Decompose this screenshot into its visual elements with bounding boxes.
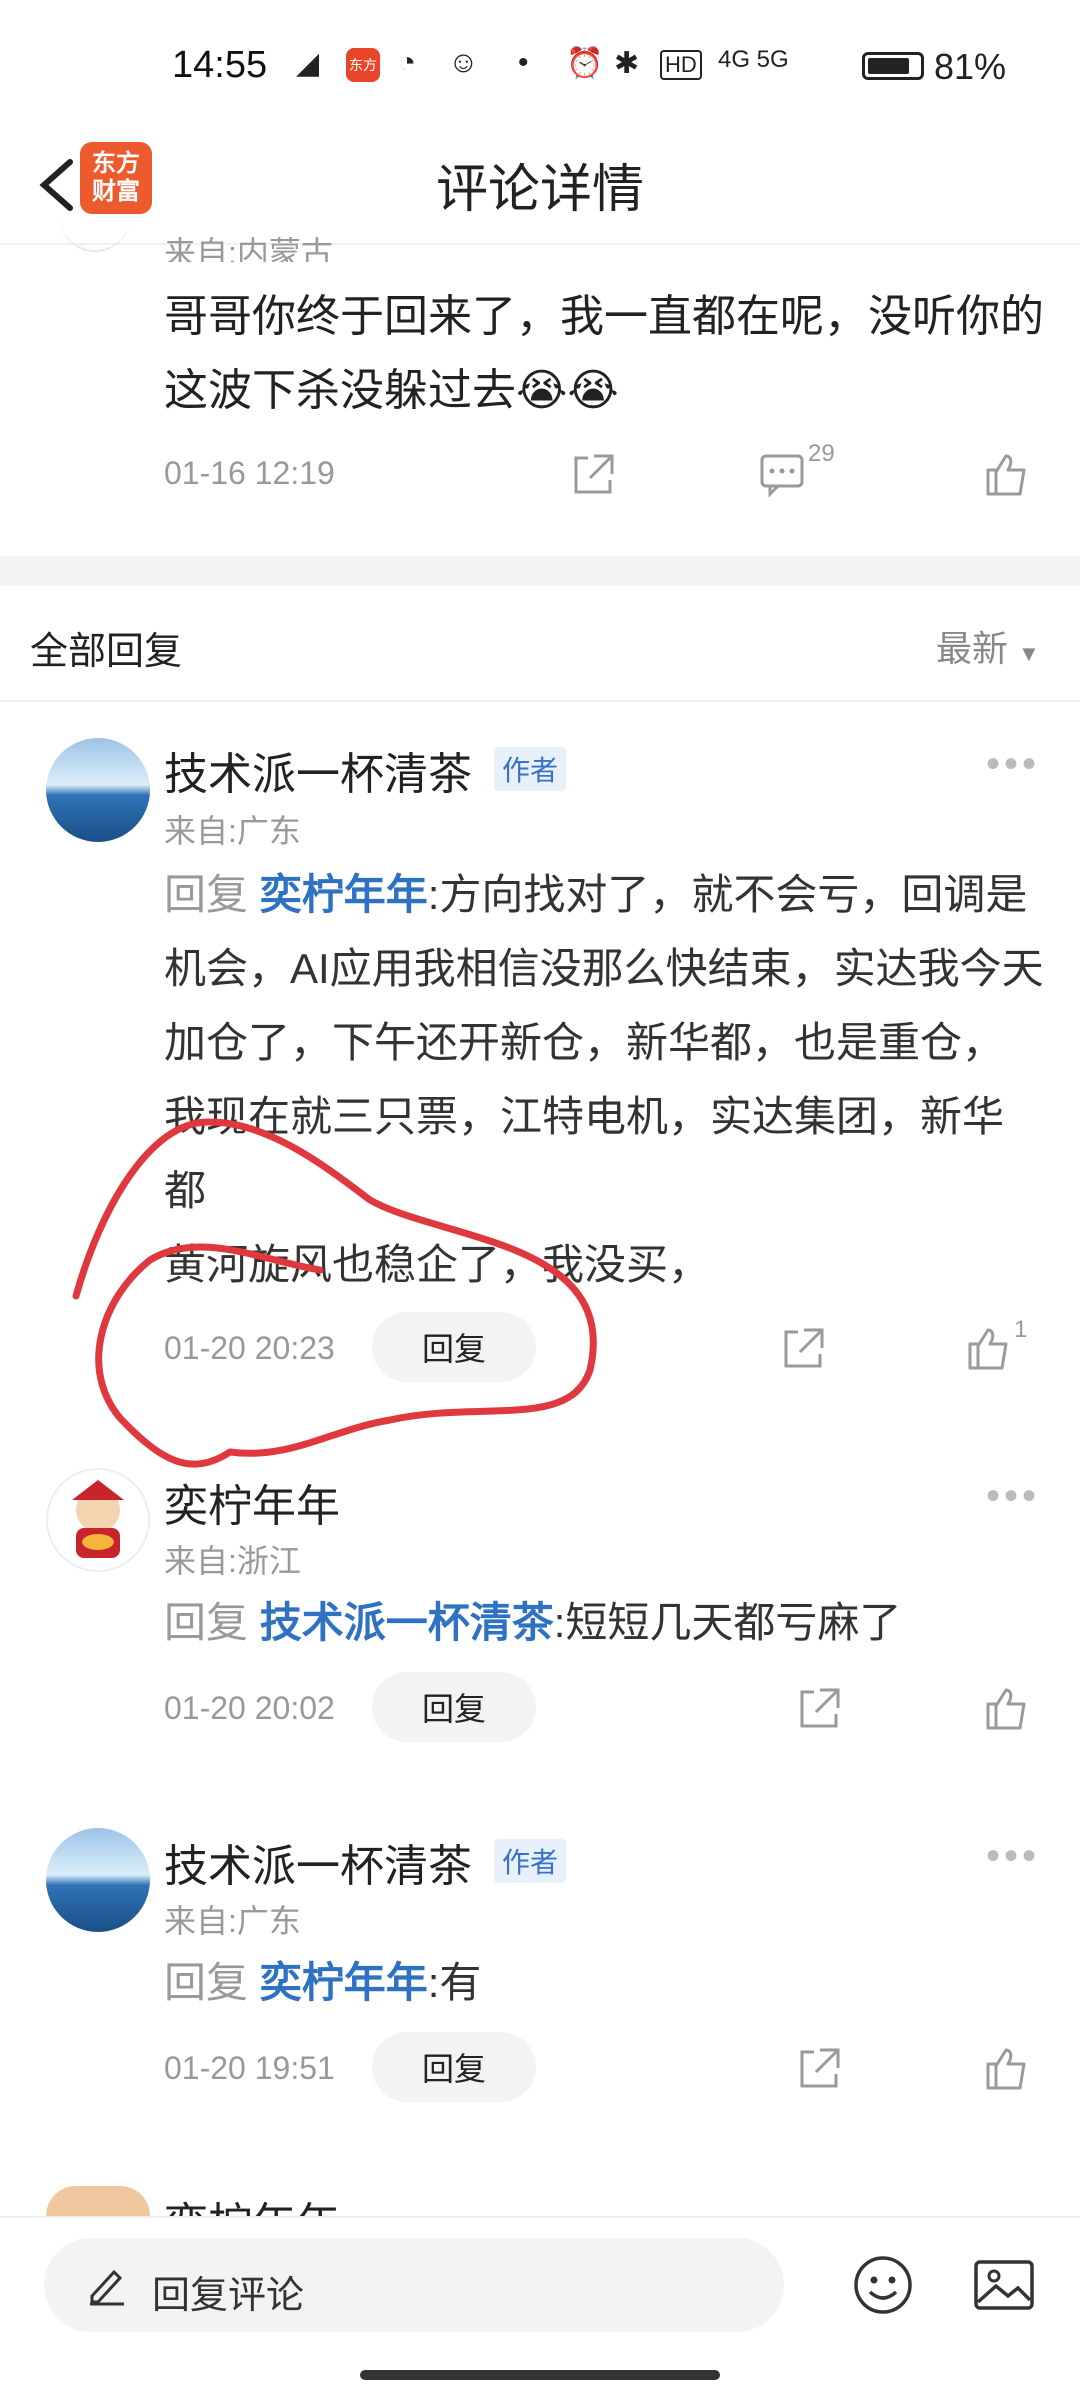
caishen-avatar-icon <box>72 1480 124 1558</box>
app-icon: ☺ <box>448 46 479 79</box>
red-circle-annotation <box>72 1118 597 1468</box>
share-icon <box>784 1328 824 1368</box>
more-icon[interactable]: ••• <box>986 742 1040 787</box>
like-button[interactable] <box>962 1322 1014 1379</box>
section-separator <box>0 556 1080 586</box>
thumbs-up-icon <box>986 2048 1026 2090</box>
share-button[interactable] <box>792 1682 844 1739</box>
home-indicator[interactable] <box>360 2370 720 2380</box>
reply-author[interactable]: 技术派一杯清茶 <box>164 738 472 802</box>
dongfang-securities-icon: 东方 <box>346 48 380 82</box>
caret-down-icon: ▼ <box>1018 641 1040 666</box>
emoji-icon <box>854 2256 912 2314</box>
like-button[interactable] <box>980 448 1032 505</box>
comment-icon <box>760 454 804 498</box>
share-button[interactable] <box>776 1322 828 1379</box>
like-button[interactable] <box>980 2042 1032 2099</box>
bluetooth-icon: ✱ <box>614 47 640 80</box>
comment-location: 来自:内蒙古 <box>164 235 333 262</box>
sort-dropdown[interactable]: 最新 ▼ <box>936 620 1040 672</box>
image-icon <box>974 2260 1034 2310</box>
replies-title: 全部回复 <box>30 631 183 673</box>
wechat-icon: ◔ <box>398 46 417 79</box>
sort-label: 最新 <box>936 628 1009 669</box>
dot-icon: • <box>518 46 529 79</box>
reply-author[interactable]: 技术派一杯清茶 <box>164 1830 472 1894</box>
reply-content: :有 <box>427 1959 482 2006</box>
reply-text: 回复 技术派一杯清茶:短短几天都亏麻了 <box>164 1586 1044 1660</box>
reply-prefix: 回复 <box>164 871 249 918</box>
mention-link[interactable]: 技术派一杯清茶 <box>260 1599 554 1646</box>
reply-location: 来自:浙江 <box>164 1543 301 1579</box>
author-badge: 作者 <box>494 1839 567 1883</box>
divider <box>0 243 1080 245</box>
reply-prefix: 回复 <box>164 1959 249 2006</box>
mention-link[interactable]: 奕柠年年 <box>260 1959 428 2006</box>
reply-content: :短短几天都亏麻了 <box>553 1599 902 1646</box>
mention-link[interactable]: 奕柠年年 <box>260 871 428 918</box>
avatar-caishen <box>46 2186 150 2216</box>
reply-prefix: 回复 <box>164 1599 249 1646</box>
battery-percent: 81% <box>934 46 1007 87</box>
share-icon <box>800 2048 840 2088</box>
reply-author[interactable]: 奕柠年年 <box>164 1470 340 1534</box>
avatar-wave[interactable] <box>46 738 150 842</box>
reply-author: 奕柠年年 <box>164 2188 340 2216</box>
reply-button[interactable]: 回复 <box>372 2032 536 2102</box>
thumbs-up-icon <box>968 1328 1008 1370</box>
reply-location: 来自:广东 <box>164 1903 301 1939</box>
status-time: 14:55 <box>172 44 268 86</box>
thumbs-up-icon <box>986 1688 1026 1730</box>
reply-button[interactable]: 回复 <box>372 1672 536 1742</box>
share-button[interactable] <box>792 2042 844 2099</box>
reply-input-placeholder: 回复评论 <box>152 2275 305 2317</box>
page-title: 评论详情 <box>435 161 644 219</box>
app-notification-icon: ◢ <box>296 47 320 80</box>
emoji-button[interactable] <box>852 2254 914 2321</box>
like-count: 1 <box>1014 1316 1028 1343</box>
comment-time: 01-16 12:19 <box>164 455 335 491</box>
comment-text: 哥哥你终于回来了，我一直都在呢，没听你的这波下杀没躲过去😭😭 <box>164 292 1044 415</box>
pencil-icon <box>84 2262 128 2311</box>
hd-icon: HD <box>660 50 702 80</box>
avatar-wave[interactable] <box>46 1828 150 1932</box>
reply-location: 来自:广东 <box>164 813 301 849</box>
author-badge: 作者 <box>494 747 567 791</box>
comment-count: 29 <box>808 440 835 467</box>
signal-icon: 4G 5G <box>718 46 789 73</box>
share-icon <box>574 454 614 494</box>
alarm-icon: ⏰ <box>566 47 604 80</box>
battery-icon <box>862 52 924 80</box>
battery-fill <box>868 58 909 74</box>
reply-text: 回复 奕柠年年:有 <box>164 1946 1044 2020</box>
reply-time: 01-20 19:51 <box>164 2050 335 2086</box>
more-icon[interactable]: ••• <box>986 1474 1040 1519</box>
thumbs-up-icon <box>986 454 1026 496</box>
comment-button[interactable] <box>756 448 808 505</box>
reply-time: 01-20 20:02 <box>164 1690 335 1726</box>
avatar-caishen[interactable] <box>46 1468 150 1572</box>
more-icon[interactable]: ••• <box>986 1834 1040 1879</box>
share-icon <box>800 1688 840 1728</box>
like-button[interactable] <box>980 1682 1032 1739</box>
divider <box>0 700 1080 702</box>
share-button[interactable] <box>566 448 618 505</box>
image-button[interactable] <box>972 2254 1036 2321</box>
status-bar: 14:55 ◢ 东方 ◔ ☺ • ⏰ ✱ HD 4G 5G 81% <box>0 0 1080 135</box>
